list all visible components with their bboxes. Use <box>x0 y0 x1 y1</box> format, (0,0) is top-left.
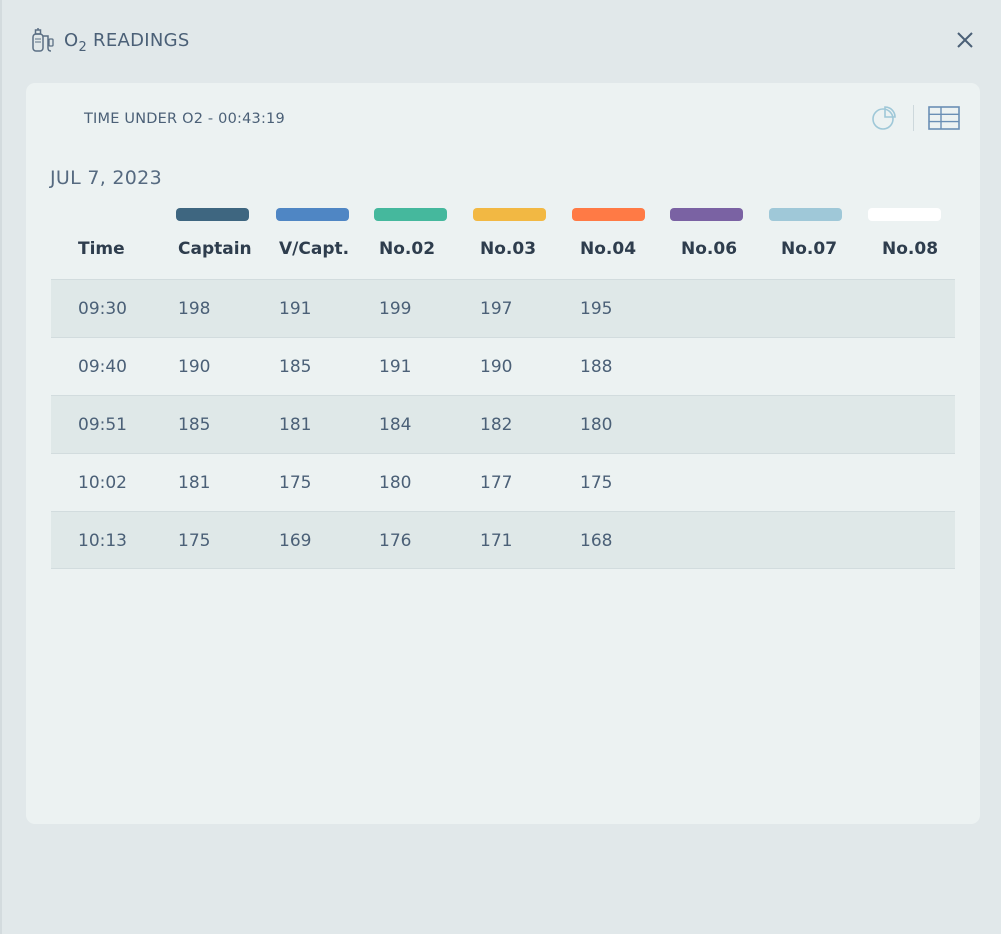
table-icon[interactable] <box>928 106 960 130</box>
cell-captain: 190 <box>178 357 211 377</box>
cell-no03: 177 <box>480 473 513 493</box>
cell-no02: 191 <box>379 357 412 377</box>
close-icon[interactable] <box>955 30 975 50</box>
cell-no02: 199 <box>379 299 412 319</box>
swatch-no06 <box>670 208 743 221</box>
cell-time: 09:51 <box>78 415 127 435</box>
cell-time: 09:30 <box>78 299 127 319</box>
swatch-captain <box>176 208 249 221</box>
column-header-no06: No.06 <box>681 239 738 259</box>
o2-readings-window: O 2 READINGS TIME UNDER O2 - 00:43:19 JU… <box>0 0 1001 934</box>
cell-no03: 197 <box>480 299 513 319</box>
column-header-time: Time <box>78 239 125 259</box>
column-header-vcapt: V/Capt. <box>279 239 350 259</box>
cell-captain: 185 <box>178 415 211 435</box>
swatch-no02 <box>374 208 447 221</box>
swatch-no03 <box>473 208 546 221</box>
readings-panel: TIME UNDER O2 - 00:43:19 JUL 7, 2023 Tim… <box>26 83 980 824</box>
date-label: JUL 7, 2023 <box>50 167 162 189</box>
swatch-vcapt <box>276 208 349 221</box>
cell-time: 10:02 <box>78 473 127 493</box>
oxygen-tank-icon <box>32 28 54 52</box>
cell-time: 09:40 <box>78 357 127 377</box>
swatch-no08 <box>868 208 941 221</box>
title-o: O <box>64 29 79 51</box>
cell-no04: 168 <box>580 531 613 551</box>
pie-chart-icon[interactable] <box>871 105 897 131</box>
column-header-no08: No.08 <box>882 239 939 259</box>
column-header-no02: No.02 <box>379 239 436 259</box>
cell-no02: 184 <box>379 415 412 435</box>
cell-vcapt: 175 <box>279 473 312 493</box>
swatch-no04 <box>572 208 645 221</box>
cell-vcapt: 185 <box>279 357 312 377</box>
column-header-no07: No.07 <box>781 239 838 259</box>
cell-no03: 171 <box>480 531 513 551</box>
time-under-o2: TIME UNDER O2 - 00:43:19 <box>84 111 285 127</box>
window-title: O 2 READINGS <box>64 29 190 55</box>
title-bar: O 2 READINGS <box>30 24 190 56</box>
view-toggle <box>871 105 960 131</box>
cell-no02: 180 <box>379 473 412 493</box>
toggle-divider <box>913 105 914 131</box>
table-row: 09:40 190 185 191 190 188 <box>51 337 955 395</box>
swatch-no07 <box>769 208 842 221</box>
table-row: 09:30 198 191 199 197 195 <box>51 279 955 337</box>
cell-no04: 195 <box>580 299 613 319</box>
cell-vcapt: 169 <box>279 531 312 551</box>
cell-no03: 182 <box>480 415 513 435</box>
cell-no04: 180 <box>580 415 613 435</box>
table-row: 09:51 185 181 184 182 180 <box>51 395 955 453</box>
cell-no04: 188 <box>580 357 613 377</box>
cell-no04: 175 <box>580 473 613 493</box>
cell-captain: 198 <box>178 299 211 319</box>
title-readings: READINGS <box>93 29 190 51</box>
column-header-no03: No.03 <box>480 239 537 259</box>
table-row: 10:13 175 169 176 171 168 <box>51 511 955 569</box>
column-header-captain: Captain <box>178 239 252 259</box>
cell-captain: 175 <box>178 531 211 551</box>
cell-time: 10:13 <box>78 531 127 551</box>
table-row: 10:02 181 175 180 177 175 <box>51 453 955 511</box>
readings-table: 09:30 198 191 199 197 195 09:40 190 185 … <box>51 279 955 569</box>
cell-no02: 176 <box>379 531 412 551</box>
title-subscript: 2 <box>78 39 88 55</box>
column-header-no04: No.04 <box>580 239 637 259</box>
cell-vcapt: 191 <box>279 299 312 319</box>
cell-captain: 181 <box>178 473 211 493</box>
cell-no03: 190 <box>480 357 513 377</box>
cell-vcapt: 181 <box>279 415 312 435</box>
